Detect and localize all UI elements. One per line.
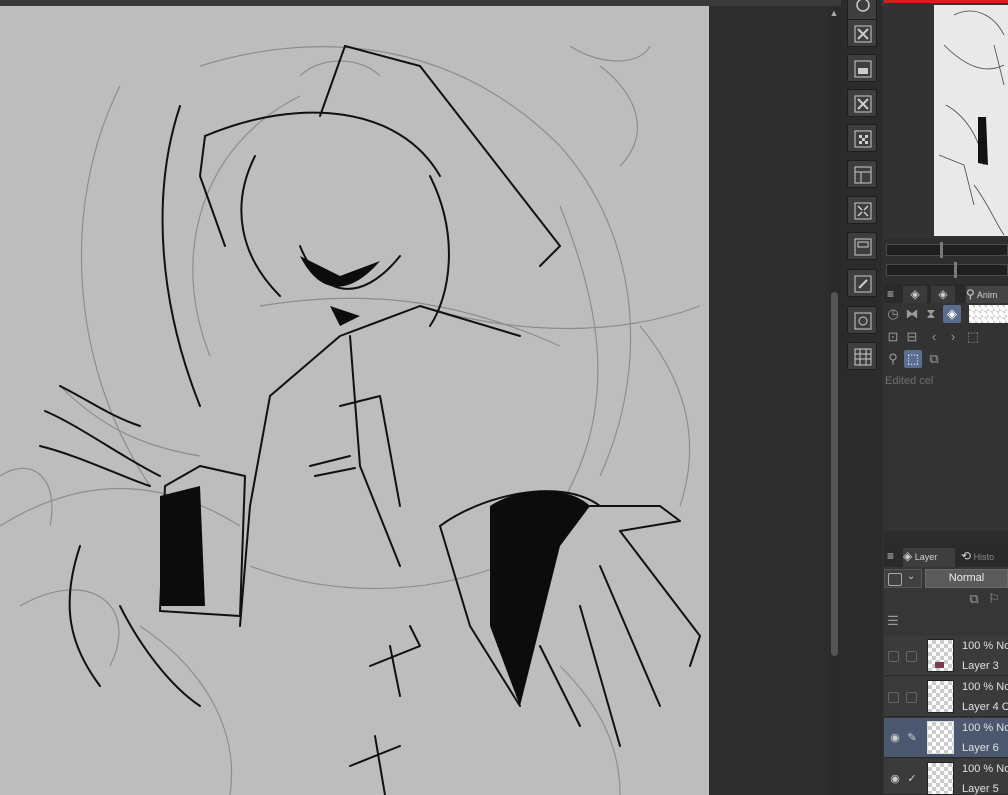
layer-panel-menu-icon[interactable]: ≡ — [887, 548, 899, 565]
layout-button[interactable] — [847, 160, 877, 188]
selection-mode-icon[interactable]: ⬚ — [904, 350, 922, 368]
layer-name: Layer 6 — [962, 742, 999, 754]
next-frame-icon[interactable]: › — [944, 328, 962, 346]
clip-layer-icon[interactable]: ⧉ — [965, 590, 983, 608]
eye-icon[interactable]: ◉ — [888, 731, 902, 745]
export-icon — [854, 312, 872, 330]
layers-icon: ◈ — [903, 549, 913, 563]
animation-panel-footer — [884, 531, 1008, 545]
save-button[interactable] — [847, 54, 877, 82]
tab-layer[interactable]: ◈ Layer — [903, 548, 955, 567]
layer-row-layer-6[interactable]: ◉ ✎ 100 % Nor Layer 6 — [884, 718, 1008, 758]
layer-thumbnail — [927, 680, 954, 713]
resize-button[interactable] — [847, 196, 877, 224]
onion-skin-icon[interactable]: ◷ — [884, 305, 902, 323]
eye-icon[interactable]: ◉ — [888, 772, 902, 786]
new-cel-icon[interactable]: ⊡ — [884, 328, 902, 346]
timeline-icon: ⚲ — [966, 287, 975, 301]
tab-layer-property[interactable]: ◈ — [903, 286, 927, 303]
flip-vertical-icon[interactable]: ⧗ — [922, 305, 940, 323]
navigator-preview[interactable] — [934, 5, 1008, 236]
tab-history-label: Histo — [973, 552, 995, 562]
animation-status-text: Edited cel — [885, 375, 934, 387]
export-button[interactable] — [847, 306, 877, 334]
select-cel-icon[interactable]: ⬚ — [964, 328, 982, 346]
eyedropper-icon[interactable]: ⚲ — [884, 350, 902, 368]
visibility-toggle[interactable] — [888, 651, 899, 662]
lock-toggle[interactable] — [906, 651, 917, 662]
table-button[interactable] — [847, 342, 877, 370]
layer-row-layer-3[interactable]: 100 % Nor Layer 3 — [884, 636, 1008, 676]
table-icon — [854, 348, 872, 366]
close-button[interactable] — [847, 89, 877, 117]
save-file-icon — [854, 238, 872, 256]
layer-row-layer-4[interactable]: 100 % Nor Layer 4 C — [884, 677, 1008, 717]
tab-layer-label: Layer — [914, 552, 938, 562]
close-file-button[interactable] — [847, 19, 877, 47]
rotate-slider-handle[interactable] — [954, 262, 957, 278]
layers-icon: ◈ — [938, 287, 948, 301]
layer-opacity-mode: 100 % Nor — [962, 722, 1008, 734]
layer-name: Layer 4 C — [962, 701, 1008, 713]
tab-layer-search[interactable]: ◈ — [931, 286, 955, 303]
lock-cel-icon[interactable]: ⊟ — [903, 328, 921, 346]
reference-layer-icon[interactable]: ⚐ — [985, 590, 1003, 608]
sketch-artwork — [0, 45, 701, 795]
layer-thumbnail — [927, 721, 954, 754]
layer-opacity-mode: 100 % Nor — [962, 681, 1008, 693]
link-cel-icon[interactable]: ⧉ — [925, 350, 943, 368]
layer-color-dropdown[interactable]: ⌄ — [884, 569, 922, 588]
scroll-up-icon[interactable]: ▲ — [828, 8, 840, 18]
close-x-icon — [854, 25, 872, 43]
edit-icon — [854, 275, 872, 293]
layer-thumbnail — [927, 639, 954, 672]
tab-animation[interactable]: ⚲ Anim — [966, 286, 1008, 303]
layer-stack-icon[interactable]: ◈ — [943, 305, 961, 323]
layer-name: Layer 5 — [962, 783, 999, 795]
blend-mode-select[interactable]: Normal — [925, 569, 1008, 588]
save-file-button[interactable] — [847, 232, 877, 260]
lock-toggle[interactable] — [906, 692, 917, 703]
scrollbar-thumb[interactable] — [831, 292, 838, 656]
layer-color-swatch — [888, 573, 902, 586]
layer-thumbnail — [927, 762, 954, 795]
layout-icon — [854, 166, 872, 184]
drawing-canvas[interactable] — [0, 6, 709, 795]
history-icon: ⟲ — [961, 549, 972, 563]
layer-list-icon[interactable]: ☰ — [884, 612, 902, 630]
zoom-slider[interactable] — [886, 244, 1008, 256]
layer-name: Layer 3 — [962, 660, 999, 672]
flip-horizontal-icon[interactable]: ⧓ — [903, 305, 921, 323]
transparency-grid-button[interactable] — [847, 124, 877, 152]
previous-frame-icon[interactable]: ‹ — [925, 328, 943, 346]
layer-row-layer-5[interactable]: ◉ ✓ 100 % Nor Layer 5 — [884, 759, 1008, 795]
resize-icon — [854, 202, 872, 220]
checkmark-icon[interactable]: ✓ — [905, 772, 919, 786]
navigator-preview-image — [938, 10, 1005, 236]
layer-opacity-mode: 100 % Nor — [962, 763, 1008, 775]
grid-icon — [854, 130, 872, 148]
pencil-icon[interactable]: ✎ — [905, 731, 919, 745]
canvas-pasteboard — [709, 6, 829, 795]
transparency-swatch[interactable] — [969, 305, 1008, 323]
close-x-icon — [854, 95, 872, 113]
tab-history[interactable]: ⟲ Histo — [961, 548, 1008, 567]
edit-button[interactable] — [847, 269, 877, 297]
layer-opacity-mode: 100 % Nor — [962, 640, 1008, 652]
visibility-toggle[interactable] — [888, 692, 899, 703]
tab-animation-label: Anim — [976, 290, 998, 300]
command-bar — [841, 0, 882, 795]
layers-icon: ◈ — [910, 287, 920, 301]
rotate-slider[interactable] — [886, 264, 1008, 276]
panel-menu-icon[interactable]: ≡ — [887, 286, 899, 303]
zoom-slider-handle[interactable] — [940, 242, 943, 258]
chevron-down-icon: ⌄ — [907, 571, 916, 582]
save-icon — [854, 60, 872, 78]
